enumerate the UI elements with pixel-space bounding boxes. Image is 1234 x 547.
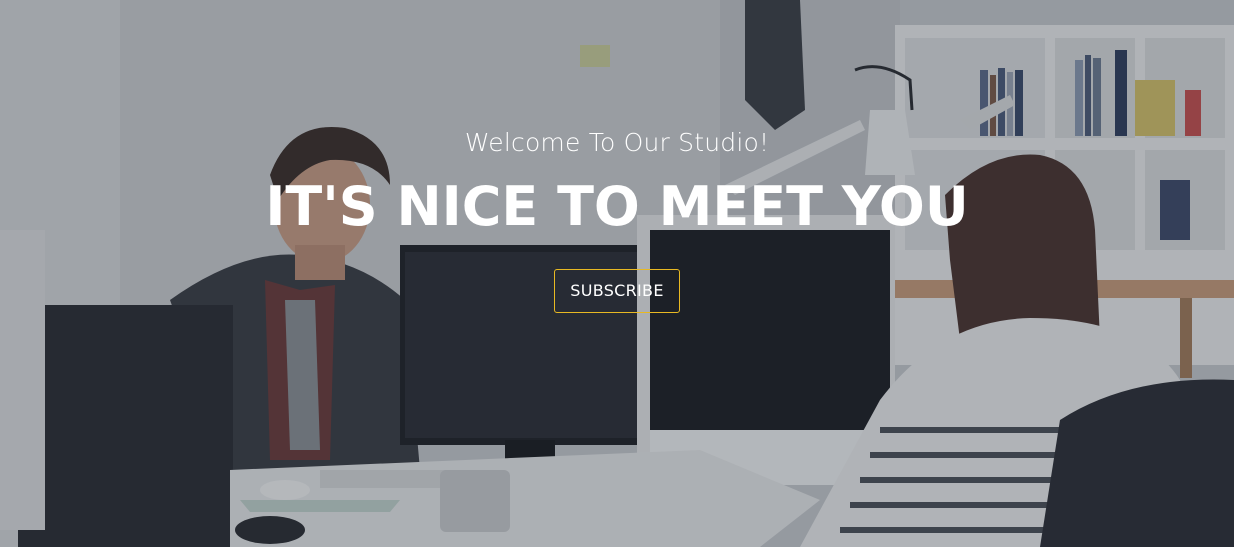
hero-section: Welcome To Our Studio! IT'S NICE TO MEET… [0, 0, 1234, 547]
hero-subtitle: Welcome To Our Studio! [464, 128, 770, 157]
hero-cta-container: SUBSCRIBE [0, 269, 1234, 313]
hero-content: Welcome To Our Studio! IT'S NICE TO MEET… [0, 0, 1234, 547]
hero-headline: IT'S NICE TO MEET YOU [265, 175, 969, 238]
subscribe-button[interactable]: SUBSCRIBE [554, 269, 680, 313]
